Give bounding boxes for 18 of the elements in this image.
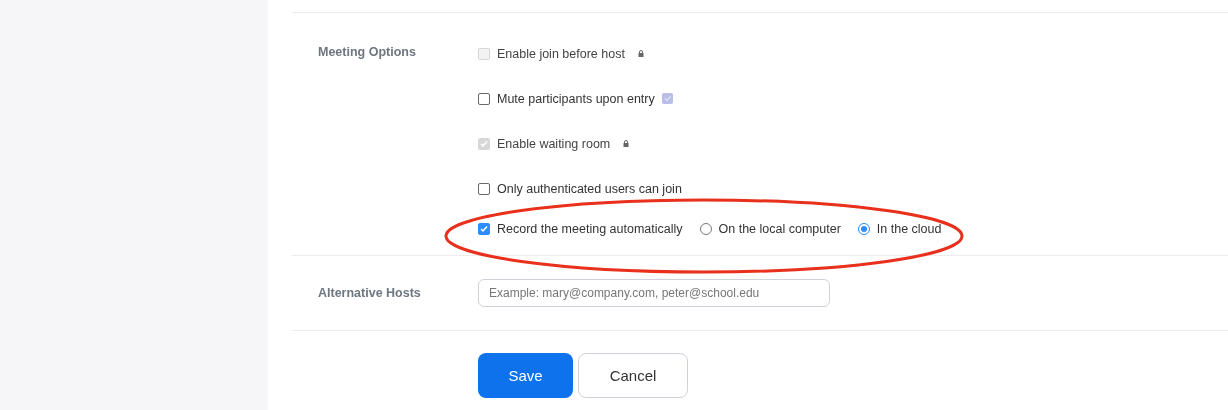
radio-label: On the local computer [718, 222, 841, 236]
checkbox[interactable] [478, 223, 490, 235]
radio-label: In the cloud [876, 222, 942, 236]
check-icon [480, 139, 488, 148]
option-label: Enable join before host [497, 46, 625, 61]
section-label: Alternative Hosts [317, 286, 422, 300]
check-icon [480, 225, 488, 233]
save-button[interactable]: Save [478, 353, 573, 398]
checkbox[interactable] [478, 92, 490, 105]
option-label: Only authenticated users can join [497, 181, 682, 196]
checkbox[interactable] [478, 182, 490, 195]
option-label: Enable waiting room [497, 136, 611, 151]
input-field[interactable]: Example: mary@company.com, peter@school.edu [478, 279, 830, 307]
option-label: Mute participants upon entry [497, 91, 655, 106]
option-label: Record the meeting automatically [497, 222, 683, 236]
cancel-button[interactable]: Cancel [578, 353, 688, 398]
info-icon[interactable] [661, 93, 673, 104]
section-label: Meeting Options [317, 44, 417, 61]
